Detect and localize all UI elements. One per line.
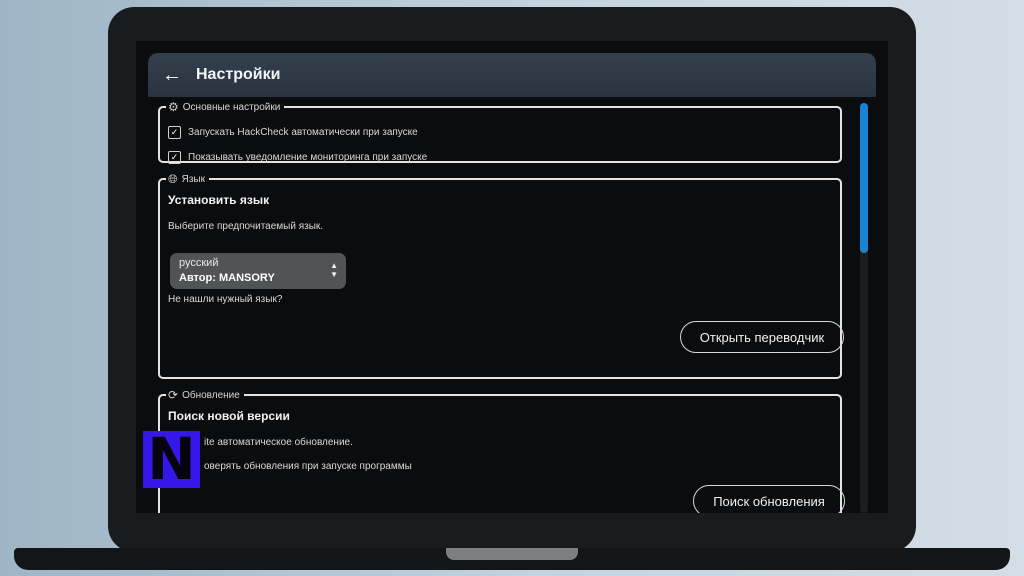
update-panel: ⟳ Обновление Поиск новой версии ite авто… — [158, 389, 845, 513]
autostart-option[interactable]: ✓ Запускать HackCheck автоматически при … — [168, 126, 418, 139]
n-logo-watermark: N — [143, 430, 200, 488]
basic-settings-title: Основные настройки — [182, 101, 281, 113]
laptop-base — [14, 548, 1010, 570]
language-prompt: Выберите предпочитаемый язык. — [168, 221, 324, 232]
language-select-value: русский — [179, 257, 219, 269]
refresh-icon: ⟳ — [168, 388, 179, 402]
scrollbar[interactable] — [860, 103, 868, 513]
gear-icon: ⚙ — [168, 101, 179, 114]
basic-settings-panel: ⚙ Основные настройки ✓ Запускать HackChe… — [158, 101, 842, 164]
missing-language-text: Не нашли нужный язык? — [168, 294, 283, 305]
monitoring-notification-checkbox[interactable]: ✓ — [168, 151, 181, 164]
select-stepper-icon: ▲ ▼ — [330, 261, 338, 279]
language-panel: 🌐︎ Язык Установить язык Выберите предпоч… — [158, 173, 844, 379]
app-window: ← Настройки ⚙ Основные настройки ✓ Запус… — [136, 41, 888, 513]
search-update-button[interactable]: Поиск обновления — [693, 485, 845, 513]
laptop-notch — [446, 548, 578, 560]
settings-scroll-area[interactable]: ⚙ Основные настройки ✓ Запускать HackChe… — [148, 101, 860, 513]
check-on-start-text: оверять обновления при запуске программы — [204, 461, 412, 472]
auto-update-text: ite автоматическое обновление. — [204, 437, 353, 448]
language-heading: Установить язык — [168, 193, 270, 207]
monitoring-notification-label: Показывать уведомление мониторинга при з… — [188, 152, 428, 163]
language-legend: 🌐︎ Язык — [166, 173, 209, 185]
autostart-checkbox[interactable]: ✓ — [168, 126, 181, 139]
update-legend: ⟳ Обновление — [166, 389, 244, 401]
app-header: ← Настройки — [148, 53, 876, 97]
monitoring-notification-option[interactable]: ✓ Показывать уведомление мониторинга при… — [168, 151, 427, 164]
page-title: Настройки — [196, 66, 281, 83]
open-translator-button[interactable]: Открыть переводчик — [680, 321, 844, 353]
globe-icon: 🌐︎ — [168, 172, 178, 186]
scrollbar-thumb[interactable] — [860, 103, 868, 253]
language-select[interactable]: русский Автор: MANSORY ▲ ▼ — [170, 253, 346, 289]
update-title: Обновление — [182, 389, 240, 401]
basic-settings-legend: ⚙ Основные настройки — [166, 101, 284, 113]
arrow-left-icon[interactable]: ← — [162, 64, 184, 87]
language-select-author: Автор: MANSORY — [179, 272, 275, 284]
language-title: Язык — [181, 173, 205, 185]
autostart-label: Запускать HackCheck автоматически при за… — [188, 127, 418, 138]
update-heading: Поиск новой версии — [168, 409, 290, 423]
